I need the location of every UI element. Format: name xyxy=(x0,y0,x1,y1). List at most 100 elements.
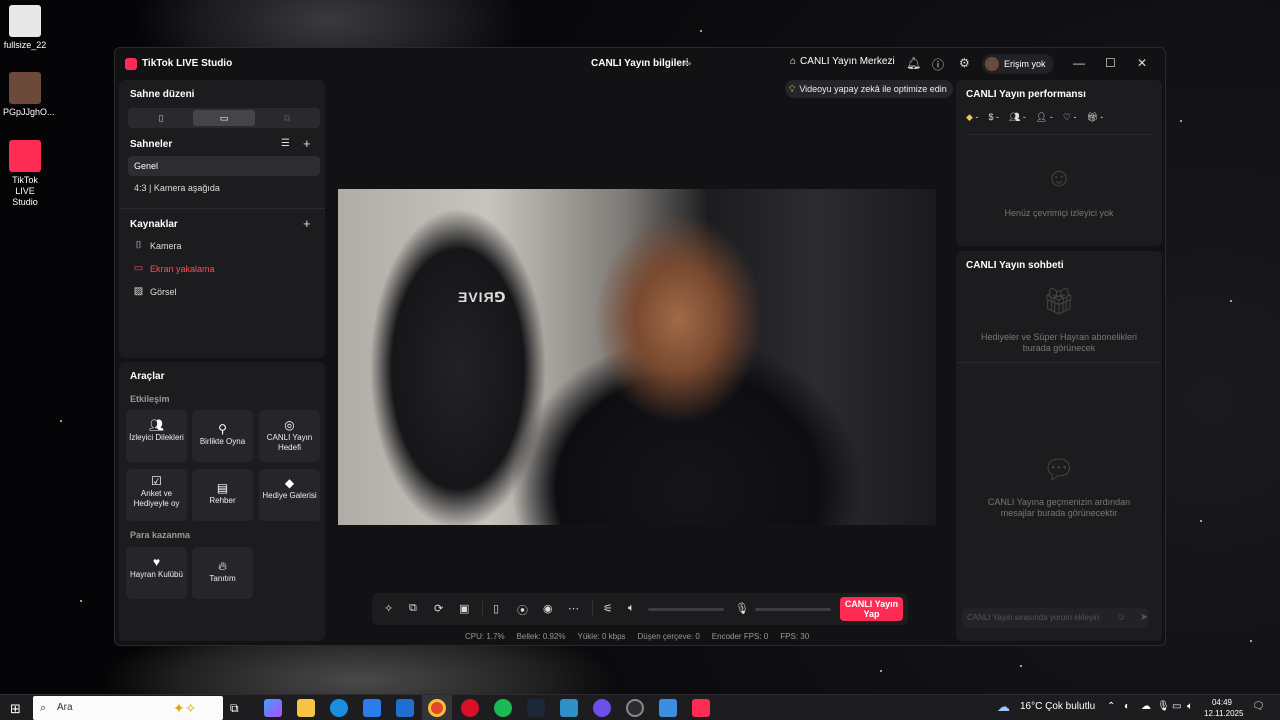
camera-preview[interactable]: ƎVIЯ⅁ xyxy=(338,189,936,525)
desktop-icon-photo[interactable]: PGpJJghO... xyxy=(3,72,55,118)
mail-icon[interactable] xyxy=(396,699,414,717)
add-scene-icon[interactable]: + xyxy=(303,136,311,151)
clock[interactable]: 04:49 12.11.2025 xyxy=(1204,697,1243,719)
magic-wand-icon[interactable]: ✧ xyxy=(384,602,393,615)
account-button[interactable]: Erişim yok xyxy=(982,54,1054,74)
divider xyxy=(966,134,1152,135)
scene-item[interactable]: Genel xyxy=(128,156,320,176)
speaker-icon[interactable]: 🔈︎ xyxy=(1187,701,1193,712)
camera-icon: ⌷ xyxy=(135,240,142,251)
source-item-camera[interactable]: ⌷ Kamera xyxy=(133,240,182,251)
tool-label: Hayran Kulübü xyxy=(130,570,183,579)
app-icon[interactable] xyxy=(659,699,677,717)
heart-icon: ♡ xyxy=(1062,112,1071,122)
app-icon[interactable] xyxy=(560,699,578,717)
tool-gift-gallery[interactable]: ◆ Hediye Galerisi xyxy=(259,469,320,521)
chevron-up-icon[interactable]: ⌃ xyxy=(1107,701,1115,712)
sources-title: Kaynaklar xyxy=(130,219,178,230)
share-icon[interactable]: ➦ xyxy=(683,57,692,70)
avatar xyxy=(985,57,999,71)
tools-panel: Araçlar Etkileşim 👥︎ İzleyici Dilekleri … xyxy=(119,362,325,641)
capture-icon[interactable]: ◉ xyxy=(543,602,553,615)
users-icon: 👥︎ xyxy=(148,418,165,432)
media-icon[interactable]: ▣ xyxy=(459,602,469,615)
cloud-icon[interactable]: ☁ xyxy=(1141,701,1151,712)
chrome-icon[interactable] xyxy=(428,699,446,717)
speaker-icon[interactable]: 🔈︎ xyxy=(628,602,635,615)
tool-label: Tanıtım xyxy=(209,574,236,583)
add-source-icon[interactable]: + xyxy=(303,216,311,231)
enhance-icon[interactable]: ⟳ xyxy=(434,602,443,615)
chair-logo: ƎVIЯ⅁ xyxy=(458,289,507,305)
weather-text[interactable]: 16°C Çok bulutlu xyxy=(1020,701,1095,712)
source-label: Görsel xyxy=(150,286,177,297)
metric-diamond: ◆ - xyxy=(966,112,978,123)
desktop-icon-label: fullsize_22 xyxy=(3,40,47,50)
microphone-icon[interactable]: 🎙︎ xyxy=(735,602,749,615)
search-input[interactable]: ⌕ Ara ✦✧ xyxy=(33,696,223,720)
windows-start-icon[interactable]: ⊞ xyxy=(10,701,21,717)
microphone-volume-slider[interactable] xyxy=(755,608,831,611)
send-icon[interactable]: ➤ xyxy=(1140,612,1148,623)
live-center-button[interactable]: ⌂ CANLI Yayın Merkezi xyxy=(790,56,895,67)
bell-icon[interactable]: 🔔︎ xyxy=(906,56,921,70)
tool-promote[interactable]: 🔥︎ Tanıtım xyxy=(192,547,253,599)
copilot-icon[interactable] xyxy=(264,699,282,717)
tool-poll-gift-vote[interactable]: ☑ Anket ve Hediyeyle oy xyxy=(126,469,187,521)
gear-icon[interactable]: ⚙ xyxy=(959,56,970,70)
desktop-icon-label: PGpJJghO... xyxy=(3,107,55,117)
chat-panel: CANLI Yayın sohbeti 🎁︎ Hediyeler ve Süpe… xyxy=(956,251,1162,641)
steam-icon[interactable] xyxy=(527,699,545,717)
metric-value: - xyxy=(975,112,979,122)
store-icon[interactable] xyxy=(363,699,381,717)
search-icon: ⌕ xyxy=(40,702,47,714)
dual-layout-icon[interactable]: ⧉ xyxy=(256,110,318,126)
microphone-icon[interactable]: 🎙︎ xyxy=(1157,701,1170,712)
portrait-layout-icon[interactable]: ▯ xyxy=(130,110,192,126)
discord-icon[interactable] xyxy=(593,699,611,717)
close-icon[interactable]: ✕ xyxy=(1137,56,1147,70)
phone-icon[interactable]: ▯ xyxy=(493,602,499,615)
notification-icon[interactable]: 🗨︎ xyxy=(1252,701,1265,712)
tool-live-goal[interactable]: ◎ CANLI Yayın Hedefi xyxy=(259,410,320,462)
obs-icon[interactable] xyxy=(626,699,644,717)
go-live-button[interactable]: CANLI Yayın Yap xyxy=(840,597,903,621)
tool-fan-club[interactable]: ♥ Hayran Kulübü xyxy=(126,547,187,599)
edge-icon[interactable] xyxy=(330,699,348,717)
source-label: Kamera xyxy=(150,240,182,251)
source-item-screen-capture[interactable]: ▭ Ekran yakalama xyxy=(133,263,215,274)
gift-box-icon: 🎁︎ xyxy=(1042,286,1076,316)
mixer-icon[interactable]: ⚟ xyxy=(603,602,613,615)
tool-label: CANLI Yayın Hedefi xyxy=(266,433,313,452)
help-icon[interactable]: ⓘ xyxy=(932,56,944,73)
task-view-icon[interactable]: ⧉ xyxy=(230,701,239,719)
minimize-icon[interactable]: — xyxy=(1073,56,1085,70)
divider xyxy=(482,601,483,617)
emoji-icon[interactable]: ☺ xyxy=(1116,612,1126,623)
file-explorer-icon[interactable] xyxy=(297,699,315,717)
effects-icon[interactable]: ⧉ xyxy=(409,602,417,615)
opera-icon[interactable] xyxy=(461,699,479,717)
maximize-icon[interactable]: ☐ xyxy=(1105,56,1116,70)
tiktok-icon[interactable] xyxy=(692,699,710,717)
desktop-icon-tiktok-live-studio[interactable]: TikTok LIVE Studio xyxy=(3,140,47,208)
list-icon[interactable]: ☰ xyxy=(281,138,290,149)
monitor-icon: ▭ xyxy=(133,263,144,274)
desktop-icon-fullsize[interactable]: fullsize_22 xyxy=(3,5,47,51)
stream-info-title[interactable]: CANLI Yayın bilgileri xyxy=(591,58,689,69)
landscape-layout-icon[interactable]: ▭ xyxy=(193,110,255,126)
star xyxy=(1020,665,1022,667)
tool-viewer-requests[interactable]: 👥︎ İzleyici Dilekleri xyxy=(126,410,187,462)
ai-optimize-chip[interactable]: 💡︎ Videoyu yapay zekâ ile optimize edin xyxy=(785,80,953,98)
scene-item[interactable]: 4:3 | Kamera aşağıda xyxy=(128,178,320,198)
spotify-icon[interactable] xyxy=(494,699,512,717)
tool-guide[interactable]: ▤ Rehber xyxy=(192,469,253,521)
gifts-note: Hediyeler ve Süper Hayran abonelikleri b… xyxy=(980,332,1138,353)
speaker-volume-slider[interactable] xyxy=(648,608,724,611)
source-item-image[interactable]: ▨ Görsel xyxy=(133,286,177,297)
tool-play-together[interactable]: ⚲ Birlikte Oyna xyxy=(192,410,253,462)
monitor-icon[interactable]: ▭ xyxy=(1172,701,1181,712)
more-icon[interactable]: ⋯ xyxy=(568,602,579,615)
tray-icon[interactable]: ◐ xyxy=(1124,701,1130,712)
record-icon[interactable]: ⦿ xyxy=(517,602,528,618)
